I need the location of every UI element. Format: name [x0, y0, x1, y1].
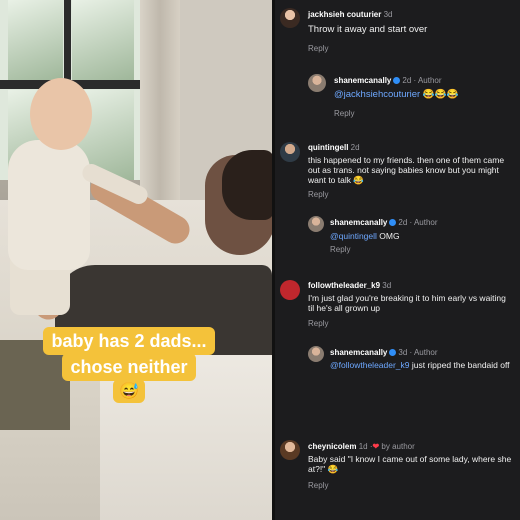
comments-panel: jackhsieh couturier 3d Throw it away and…: [275, 0, 520, 520]
reply-button[interactable]: Reply: [308, 481, 328, 490]
username[interactable]: shanemcanally: [334, 76, 391, 85]
avatar[interactable]: [280, 440, 300, 460]
mention-link[interactable]: @followtheleader_k9: [330, 360, 410, 370]
caption-line-1: baby has 2 dads...: [43, 327, 215, 355]
avatar[interactable]: [308, 74, 326, 92]
reply-button[interactable]: Reply: [330, 245, 350, 254]
comment-text: Throw it away and start over: [308, 24, 428, 35]
username[interactable]: quintingell: [308, 143, 348, 152]
avatar[interactable]: [308, 346, 324, 362]
avatar[interactable]: [280, 142, 300, 162]
comment-username[interactable]: cheynicolem 1d ·❤ by author: [308, 442, 415, 451]
comment-body: OMG: [376, 231, 400, 241]
verified-icon: [389, 349, 397, 357]
comment-text: @followtheleader_k9 just ripped the band…: [330, 360, 518, 370]
avatar[interactable]: [280, 8, 300, 28]
man-hair: [222, 150, 272, 220]
comment-username[interactable]: shanemcanally 3d · Author: [330, 348, 438, 357]
avatar[interactable]: [308, 216, 324, 232]
verified-icon: [393, 77, 401, 85]
comment-age: 3d: [383, 10, 393, 19]
reply-button[interactable]: Reply: [308, 190, 328, 199]
comment-age: 2d · Author: [398, 218, 438, 227]
caption-line-2: chose neither: [62, 353, 196, 381]
comment-username[interactable]: shanemcanally 2d · Author: [330, 218, 438, 227]
baby-body: [8, 140, 90, 270]
username[interactable]: cheynicolem: [308, 442, 356, 451]
video-frame[interactable]: baby has 2 dads... chose neither 😅: [0, 0, 272, 520]
username[interactable]: followtheleader_k9: [308, 281, 380, 290]
verified-icon: [389, 219, 397, 227]
comment-text: @jackhsiehcouturier 😂😂😂: [334, 89, 514, 101]
baby-head: [30, 78, 92, 150]
comment-text: @quintingell OMG: [330, 231, 510, 241]
mention-link[interactable]: @quintingell: [330, 231, 377, 241]
reply-button[interactable]: Reply: [308, 44, 328, 53]
comment-body: just ripped the bandaid off: [409, 360, 510, 370]
reply-button[interactable]: Reply: [308, 319, 328, 328]
comment-age: 1d ·: [358, 442, 373, 451]
comment-username[interactable]: jackhsieh couturier 3d: [308, 10, 393, 19]
comment-age: 3d · Author: [398, 348, 438, 357]
comment-text: I'm just glad you're breaking it to him …: [308, 293, 506, 313]
comment-username[interactable]: followtheleader_k9 3d: [308, 281, 391, 290]
comment-text: this happened to my friends. then one of…: [308, 155, 505, 185]
username[interactable]: shanemcanally: [330, 348, 387, 357]
comment-username[interactable]: quintingell 2d: [308, 143, 360, 152]
comment-age: 3d: [382, 281, 392, 290]
caption-emoji: 😅: [113, 379, 145, 403]
liked-by-author: by author: [379, 442, 415, 451]
comment-age: 2d: [350, 143, 360, 152]
avatar[interactable]: [280, 280, 300, 300]
username[interactable]: jackhsieh couturier: [308, 10, 381, 19]
comment-age: 2d · Author: [402, 76, 442, 85]
reply-button[interactable]: Reply: [334, 109, 354, 118]
comment-text: Baby said "I know I came out of some lad…: [308, 454, 512, 474]
video-caption: baby has 2 dads... chose neither 😅: [36, 327, 222, 403]
comment-body: 😂😂😂: [420, 89, 459, 100]
username[interactable]: shanemcanally: [330, 218, 387, 227]
comment-username[interactable]: shanemcanally 2d · Author: [334, 76, 442, 85]
mention-link[interactable]: @jackhsiehcouturier: [334, 89, 420, 100]
